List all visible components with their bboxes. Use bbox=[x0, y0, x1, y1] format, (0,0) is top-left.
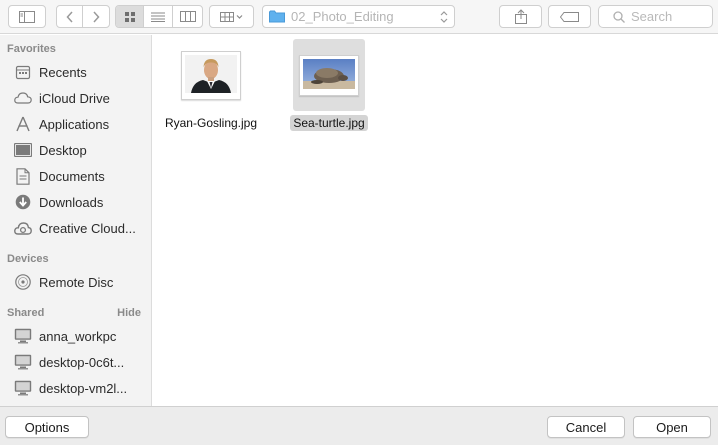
sidebar-item-label: desktop-0c6t... bbox=[39, 354, 125, 370]
documents-icon bbox=[13, 167, 33, 185]
computer-icon bbox=[13, 353, 33, 371]
share-icon bbox=[514, 9, 527, 24]
sidebar-item-label: Applications bbox=[39, 116, 110, 132]
icon-view-button[interactable] bbox=[116, 6, 144, 27]
sidebar-item-documents[interactable]: Documents bbox=[0, 164, 151, 188]
updown-chevron-icon bbox=[440, 10, 448, 23]
shared-hide-link[interactable]: Hide bbox=[117, 307, 141, 319]
portrait-photo-image bbox=[185, 54, 237, 93]
sidebar-item-desktop-vm2l[interactable]: desktop-vm2l... bbox=[0, 376, 151, 400]
list-view-button[interactable] bbox=[144, 6, 173, 27]
disc-icon bbox=[13, 273, 33, 291]
file-thumbnail bbox=[299, 54, 359, 96]
folder-icon bbox=[269, 10, 285, 23]
folder-path-popup[interactable]: 02_Photo_Editing bbox=[262, 5, 455, 28]
chevron-right-icon bbox=[93, 10, 100, 23]
desktop-icon bbox=[13, 141, 33, 159]
devices-section-title: Devices bbox=[7, 253, 49, 265]
search-placeholder: Search bbox=[631, 9, 673, 24]
back-button[interactable] bbox=[57, 6, 83, 27]
search-field[interactable]: Search bbox=[598, 5, 713, 28]
dialog-button-bar: Options Cancel Open bbox=[0, 406, 718, 445]
chevron-left-icon bbox=[65, 10, 73, 23]
sidebar-toggle-icon bbox=[19, 10, 35, 23]
sidebar-item-desktop-0c6t[interactable]: desktop-0c6t... bbox=[0, 350, 151, 374]
navigation-buttons bbox=[56, 5, 110, 28]
share-button[interactable] bbox=[499, 5, 542, 28]
options-button[interactable]: Options bbox=[5, 416, 89, 438]
cloud-icon bbox=[13, 89, 33, 107]
sidebar-item-remote-disc[interactable]: Remote Disc bbox=[0, 270, 151, 294]
sidebar-item-icloud-drive[interactable]: iCloud Drive bbox=[0, 86, 151, 110]
tags-button[interactable] bbox=[548, 5, 591, 28]
sidebar-item-label: anna_workpc bbox=[39, 328, 117, 344]
sidebar-item-label: desktop-vm2l... bbox=[39, 380, 128, 396]
column-view-button[interactable] bbox=[173, 6, 202, 27]
sidebar-toggle-button[interactable] bbox=[8, 5, 46, 28]
computer-icon bbox=[13, 379, 33, 397]
sidebar-item-creative-cloud[interactable]: Creative Cloud... bbox=[0, 216, 151, 240]
columns-icon bbox=[179, 11, 196, 22]
cancel-button[interactable]: Cancel bbox=[547, 416, 625, 438]
sidebar-item-label: Creative Cloud... bbox=[39, 220, 136, 236]
sidebar-item-label: Remote Disc bbox=[39, 274, 114, 290]
sidebar-item-anna-workpc[interactable]: anna_workpc bbox=[0, 324, 151, 348]
sidebar-item-label: Downloads bbox=[39, 194, 104, 210]
sidebar-item-label: Desktop bbox=[39, 142, 87, 158]
computer-icon bbox=[13, 327, 33, 345]
file-item-sea-turtle[interactable]: Sea-turtle.jpg bbox=[279, 39, 379, 131]
applications-icon bbox=[13, 115, 33, 133]
sidebar-item-applications[interactable]: Applications bbox=[0, 112, 151, 136]
file-item-ryan-gosling[interactable]: Ryan-Gosling.jpg bbox=[161, 39, 261, 131]
view-mode-selector bbox=[115, 5, 203, 28]
sidebar-item-desktop[interactable]: Desktop bbox=[0, 138, 151, 162]
file-name: Sea-turtle.jpg bbox=[290, 115, 368, 131]
favorites-section-title: Favorites bbox=[7, 43, 56, 55]
sidebar-item-recents[interactable]: Recents bbox=[0, 60, 151, 84]
sidebar-item-label: Recents bbox=[39, 64, 87, 80]
grid-icon bbox=[124, 11, 135, 22]
sidebar-item-label: Documents bbox=[39, 168, 105, 184]
sidebar-item-downloads[interactable]: Downloads bbox=[0, 190, 151, 214]
sidebar: Favorites Recents iCloud Drive Applicati… bbox=[0, 35, 152, 406]
file-thumbnail-wrap bbox=[175, 39, 247, 111]
tag-icon bbox=[559, 11, 579, 22]
file-browser-area[interactable]: Ryan-Gosling.jpg Sea-turtle.jpg bbox=[153, 35, 718, 406]
recents-icon bbox=[13, 63, 33, 81]
open-button[interactable]: Open bbox=[633, 416, 711, 438]
arrange-grid-icon bbox=[219, 11, 242, 22]
sea-turtle-photo-image bbox=[303, 58, 355, 89]
file-thumbnail bbox=[181, 50, 241, 100]
downloads-icon bbox=[13, 193, 33, 211]
creative-cloud-icon bbox=[13, 219, 33, 237]
sidebar-item-label: iCloud Drive bbox=[39, 90, 110, 106]
search-icon bbox=[613, 10, 625, 23]
current-folder-label: 02_Photo_Editing bbox=[291, 9, 394, 24]
list-icon bbox=[151, 12, 165, 22]
file-name: Ryan-Gosling.jpg bbox=[164, 116, 258, 130]
file-thumbnail-wrap bbox=[293, 39, 365, 111]
toolbar: 02_Photo_Editing Search bbox=[0, 0, 718, 34]
arrange-button[interactable] bbox=[209, 5, 254, 28]
forward-button[interactable] bbox=[83, 6, 109, 27]
shared-section-title: Shared bbox=[7, 307, 45, 319]
